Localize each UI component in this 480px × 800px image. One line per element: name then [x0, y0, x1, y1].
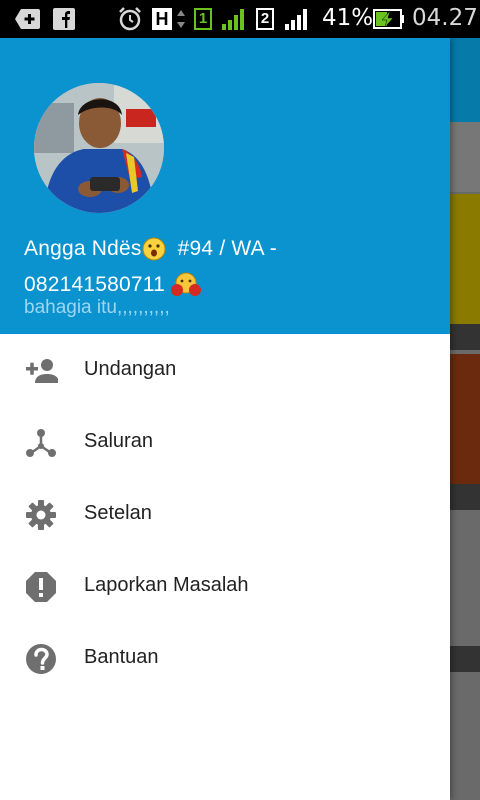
status-bar: H 1 2 41% 04.27: [0, 0, 480, 38]
help-icon: [26, 644, 56, 674]
bg-app-card-yellow: [450, 194, 480, 324]
user-name-part1: Angga Ndës: [24, 237, 142, 260]
user-status-text: bahagia itu,,,,,,,,,,: [24, 297, 170, 318]
surprised-face-emoji-icon: [142, 237, 166, 261]
bg-app-card-red: [450, 354, 480, 484]
data-arrows-icon: [177, 10, 185, 28]
gear-icon: [26, 500, 56, 530]
bg-app-card-caption-3: [450, 646, 480, 672]
clock: 04.27: [412, 5, 478, 31]
facebook-icon: [53, 8, 75, 30]
sim2-label: 2: [260, 10, 270, 27]
user-name: Angga Ndës #94 / WA - 082141580711: [24, 231, 434, 303]
sim1-badge: 1: [194, 8, 212, 30]
sim1-label: 1: [198, 10, 208, 27]
battery-charging-icon: [373, 9, 404, 29]
bg-app-card-caption: [450, 324, 480, 350]
alarm-icon: [119, 7, 141, 31]
avatar-photo: [34, 83, 164, 213]
menu-item-laporkan-masalah[interactable]: Laporkan Masalah: [0, 550, 450, 622]
menu-label-setelan: Setelan: [84, 502, 152, 524]
signal-sim2-icon: [285, 9, 307, 30]
menu-item-saluran[interactable]: Saluran: [0, 406, 450, 478]
navigation-drawer: Angga Ndës #94 / WA - 082141580711 bahag…: [0, 38, 450, 800]
bg-app-toolbar: [450, 38, 480, 122]
notification-plus-icon: [15, 9, 40, 29]
menu-label-saluran: Saluran: [84, 430, 153, 452]
menu-item-undangan[interactable]: Undangan: [0, 334, 450, 406]
boxing-face-emoji-icon: [171, 272, 202, 297]
channels-icon: [26, 429, 56, 457]
signal-sim1-icon: [222, 9, 244, 30]
sim2-badge: 2: [256, 8, 274, 30]
alert-icon: [26, 572, 56, 602]
battery-percent: 41%: [322, 5, 374, 31]
menu-label-bantuan: Bantuan: [84, 646, 159, 668]
drawer-header: Angga Ndës #94 / WA - 082141580711 bahag…: [0, 38, 450, 334]
network-type-label: H: [155, 9, 169, 29]
bg-app-tabs: [450, 122, 480, 192]
menu-label-undangan: Undangan: [84, 358, 177, 380]
menu-item-bantuan[interactable]: Bantuan: [0, 622, 450, 694]
menu-item-setelan[interactable]: Setelan: [0, 478, 450, 550]
bg-app-card-caption-2: [450, 484, 480, 510]
add-person-icon: [26, 359, 58, 383]
drawer-menu: Undangan Saluran Setelan Laporkan Masala…: [0, 334, 450, 694]
network-type-badge: H: [152, 8, 172, 30]
avatar[interactable]: [34, 83, 164, 213]
user-phone-number: 082141580711: [24, 273, 165, 296]
user-name-part2: #94 / WA -: [177, 237, 277, 260]
menu-label-laporkan-masalah: Laporkan Masalah: [84, 574, 249, 596]
